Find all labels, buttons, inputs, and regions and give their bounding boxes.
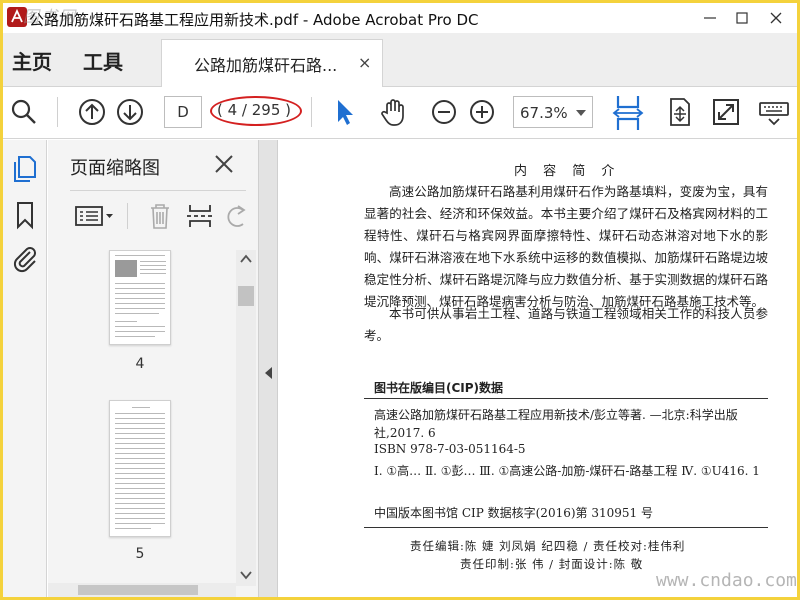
search-icon[interactable] bbox=[7, 95, 41, 129]
tabs-row: 主页 工具 公路加筋煤矸石路... × bbox=[3, 33, 797, 87]
insert-page-icon[interactable] bbox=[184, 200, 216, 232]
thumbnail-page-4[interactable] bbox=[109, 250, 171, 345]
vertical-scroll-thumb[interactable] bbox=[238, 286, 254, 306]
select-arrow-icon[interactable] bbox=[327, 95, 361, 129]
close-tab-icon[interactable]: × bbox=[358, 53, 371, 72]
rotate-page-icon[interactable] bbox=[224, 200, 248, 232]
left-navigation-rail bbox=[3, 140, 47, 597]
page-number-input[interactable]: D bbox=[164, 96, 202, 128]
document-tab-label: 公路加筋煤矸石路... bbox=[194, 56, 338, 75]
panel-divider bbox=[70, 190, 246, 191]
panel-splitter[interactable] bbox=[258, 140, 278, 597]
thumbnail-list: 4 5 bbox=[48, 250, 236, 580]
nav-home[interactable]: 主页 bbox=[12, 46, 52, 75]
doc-heading: 内 容 简 介 bbox=[514, 164, 621, 179]
site-watermark: www.cndao.com bbox=[656, 570, 797, 591]
nav-tools[interactable]: 工具 bbox=[83, 46, 123, 75]
cip-rule-top bbox=[364, 398, 768, 399]
attachment-icon[interactable] bbox=[10, 244, 40, 274]
collapse-panel-icon[interactable] bbox=[265, 367, 272, 379]
panel-separator bbox=[127, 203, 128, 229]
maximize-icon bbox=[736, 12, 748, 24]
doc-paragraph: 本书可供从事岩土工程、道路与铁道工程领域相关工作的科技人员参考。 bbox=[364, 306, 768, 343]
thumbnail-label-4: 4 bbox=[135, 356, 145, 372]
scroll-mode-icon[interactable] bbox=[663, 95, 697, 129]
page-thumbnails-panel: 页面缩略图 4 5 bbox=[48, 140, 258, 597]
toolbar-separator bbox=[57, 97, 58, 127]
zoom-in-icon[interactable] bbox=[465, 95, 499, 129]
window-title: 公路加筋煤矸石路基工程应用新技术.pdf - Adobe Acrobat Pro… bbox=[29, 11, 479, 29]
title-bar: 图书网 公路加筋煤矸石路基工程应用新技术.pdf - Adobe Acrobat… bbox=[3, 3, 797, 33]
page-thumbnails-icon[interactable] bbox=[10, 154, 40, 184]
cip-title: 图书在版编目(CIP)数据 bbox=[374, 381, 504, 395]
minimize-button[interactable] bbox=[695, 5, 725, 31]
cip-line: 中国版本图书馆 CIP 数据核字(2016)第 310951 号 bbox=[374, 506, 653, 520]
thumbnail-options-icon[interactable] bbox=[74, 200, 116, 232]
cip-line: ISBN 978-7-03-051164-5 bbox=[374, 442, 526, 456]
thumbnail-vertical-scrollbar[interactable] bbox=[236, 250, 256, 586]
close-panel-icon[interactable] bbox=[212, 152, 236, 176]
editor-credits: 责任编辑:陈 婕 刘凤娟 纪四稳 / 责任校对:桂伟利 bbox=[410, 539, 686, 553]
keyboard-tools-icon[interactable] bbox=[757, 95, 791, 129]
doc-paragraph: 高速公路加筋煤矸石路基利用煤矸石作为路基填料，变废为宝，具有显著的社会、经济和环… bbox=[364, 184, 768, 309]
delete-page-icon[interactable] bbox=[144, 200, 176, 232]
thumbnail-horizontal-scrollbar[interactable] bbox=[48, 583, 236, 597]
next-page-icon[interactable] bbox=[113, 95, 147, 129]
scroll-up-icon[interactable] bbox=[240, 254, 252, 264]
hand-tool-icon[interactable] bbox=[377, 95, 411, 129]
thumbnail-label-5: 5 bbox=[135, 546, 145, 562]
toolbar-separator bbox=[311, 97, 312, 127]
thumbnail-photo bbox=[115, 260, 137, 277]
previous-page-icon[interactable] bbox=[75, 95, 109, 129]
maximize-button[interactable] bbox=[727, 5, 757, 31]
cip-rule-bottom bbox=[364, 527, 768, 528]
scroll-down-icon[interactable] bbox=[240, 570, 252, 580]
red-annotation-circle bbox=[210, 96, 302, 126]
full-screen-icon[interactable] bbox=[709, 95, 743, 129]
zoom-level-select[interactable]: 67.3% bbox=[513, 96, 593, 128]
panel-title: 页面缩略图 bbox=[70, 158, 160, 179]
zoom-out-icon[interactable] bbox=[427, 95, 461, 129]
zoom-level-value: 67.3% bbox=[520, 104, 568, 122]
minimize-icon bbox=[704, 17, 716, 19]
bookmark-icon[interactable] bbox=[10, 200, 40, 230]
document-view[interactable]: 内 容 简 介 高速公路加筋煤矸石路基利用煤矸石作为路基填料，变废为宝，具有显著… bbox=[278, 140, 797, 597]
close-icon bbox=[770, 12, 782, 24]
thumbnail-page-5[interactable] bbox=[109, 400, 171, 537]
horizontal-scroll-thumb[interactable] bbox=[78, 585, 198, 595]
document-tab[interactable]: 公路加筋煤矸石路... × bbox=[161, 39, 383, 87]
cip-line: Ⅰ. ①高… Ⅱ. ①彭… Ⅲ. ①高速公路-加筋-煤矸石-路基工程 Ⅳ. ①U… bbox=[374, 464, 760, 478]
chevron-down-icon bbox=[576, 110, 586, 116]
toolbar: D ( 4 / 295 ) 67.3% bbox=[3, 87, 797, 139]
cip-line: 高速公路加筋煤矸石路基工程应用新技术/彭立等著. —北京:科学出版社,2017.… bbox=[374, 408, 738, 440]
acrobat-window: 图书网 公路加筋煤矸石路基工程应用新技术.pdf - Adobe Acrobat… bbox=[3, 3, 797, 597]
close-window-button[interactable] bbox=[761, 5, 791, 31]
fit-page-width-icon[interactable] bbox=[610, 93, 646, 133]
